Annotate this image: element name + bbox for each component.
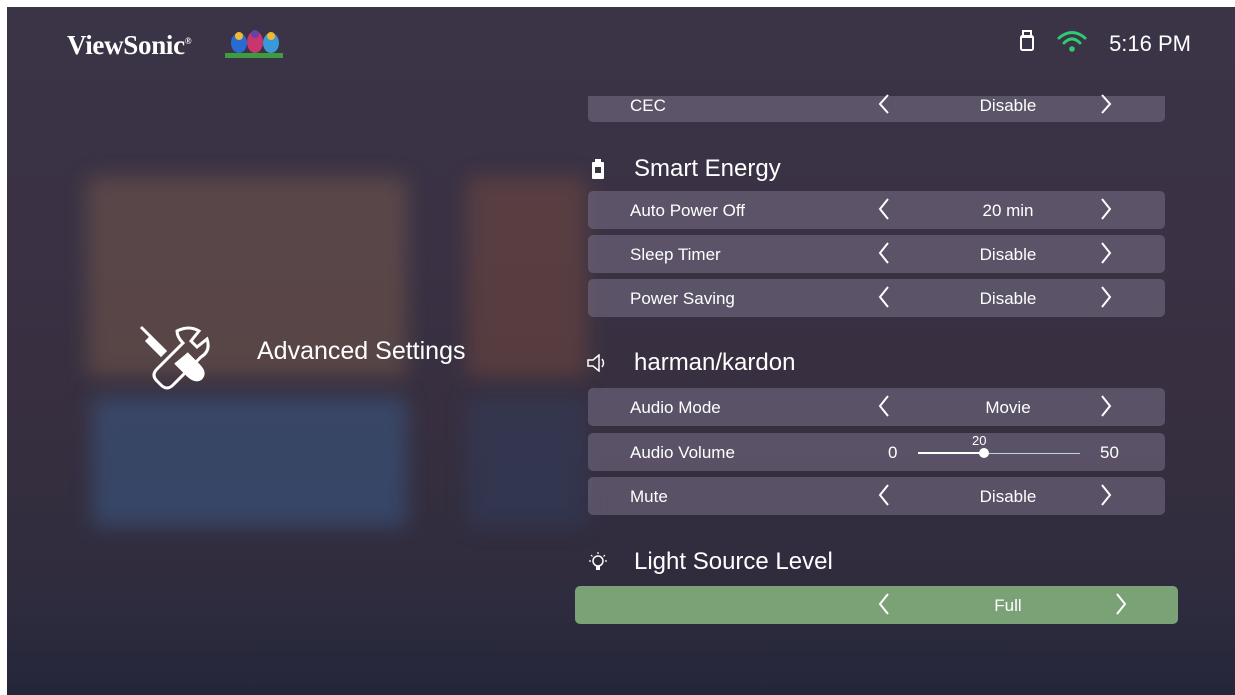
brand-name: ViewSonic: [67, 30, 185, 60]
power-saving-row[interactable]: Power Saving Disable: [588, 279, 1165, 317]
background-tile: [467, 397, 587, 527]
chevron-right-icon[interactable]: [1100, 241, 1112, 265]
chevron-left-icon[interactable]: [878, 394, 890, 418]
chevron-left-icon[interactable]: [878, 592, 890, 616]
background-tile: [467, 177, 587, 377]
volume-current: 20: [972, 433, 987, 448]
chevron-left-icon[interactable]: [878, 483, 890, 507]
audio-title: harman/kardon: [634, 349, 796, 376]
sleep-timer-row[interactable]: Sleep Timer Disable: [588, 235, 1165, 273]
chevron-right-icon[interactable]: [1115, 592, 1127, 616]
mute-row[interactable]: Mute Disable: [588, 477, 1165, 515]
volume-min: 0: [888, 443, 898, 462]
birds-logo-icon: [225, 30, 283, 58]
cec-row[interactable]: CEC Disable: [588, 93, 1165, 122]
wifi-icon: [1057, 29, 1087, 59]
row-label: Mute: [630, 487, 668, 506]
row-value: 20 min: [982, 201, 1034, 220]
audio-heading: harman/kardon: [587, 349, 795, 377]
row-value: Full: [994, 596, 1022, 615]
audio-mode-row[interactable]: Audio Mode Movie: [588, 388, 1165, 426]
chevron-right-icon[interactable]: [1100, 394, 1112, 418]
chevron-right-icon[interactable]: [1100, 93, 1112, 115]
usb-drive-icon: [1019, 30, 1035, 58]
smart-energy-title: Smart Energy: [634, 155, 781, 182]
chevron-right-icon[interactable]: [1100, 197, 1112, 221]
row-value: Disable: [979, 245, 1037, 264]
auto-power-off-row[interactable]: Auto Power Off 20 min: [588, 191, 1165, 229]
page-title: Advanced Settings: [257, 337, 466, 365]
brand-mark: ®: [184, 36, 192, 46]
status-bar: 5:16 PM: [1019, 29, 1191, 59]
volume-max: 50: [1100, 443, 1119, 462]
chevron-right-icon[interactable]: [1100, 483, 1112, 507]
smart-energy-heading: Smart Energy: [587, 155, 781, 183]
chevron-left-icon[interactable]: [878, 197, 890, 221]
clock: 5:16 PM: [1109, 31, 1191, 56]
chevron-right-icon[interactable]: [1100, 285, 1112, 309]
chevron-left-icon[interactable]: [878, 93, 890, 115]
chevron-left-icon[interactable]: [878, 241, 890, 265]
row-label: Audio Mode: [630, 398, 721, 417]
cec-label: CEC: [630, 96, 666, 115]
row-value: Disable: [979, 289, 1037, 308]
lightbulb-icon: [587, 552, 609, 572]
row-label: Power Saving: [630, 289, 735, 308]
row-value: Disable: [979, 487, 1037, 506]
row-label: Auto Power Off: [630, 201, 745, 220]
battery-icon: [587, 159, 609, 179]
light-source-heading: Light Source Level: [587, 548, 833, 576]
light-source-title: Light Source Level: [634, 548, 833, 575]
volume-slider-knob[interactable]: [979, 448, 989, 458]
viewsonic-logo: ViewSonic®: [67, 30, 192, 61]
projector-screen: ViewSonic® 5:16 PM Advanced Settings CEC: [7, 7, 1235, 695]
wrench-screwdriver-icon: [139, 325, 210, 390]
volume-slider-fill: [918, 452, 983, 454]
light-source-level-row[interactable]: Full: [575, 586, 1178, 624]
chevron-left-icon[interactable]: [878, 285, 890, 309]
audio-volume-row[interactable]: Audio Volume 0 20 50: [588, 433, 1165, 471]
row-label: Sleep Timer: [630, 245, 721, 264]
cec-value: Disable: [979, 96, 1037, 115]
background-tile: [92, 397, 407, 527]
speaker-icon: [587, 354, 609, 372]
row-label: Audio Volume: [630, 443, 735, 462]
row-value: Movie: [985, 398, 1031, 417]
